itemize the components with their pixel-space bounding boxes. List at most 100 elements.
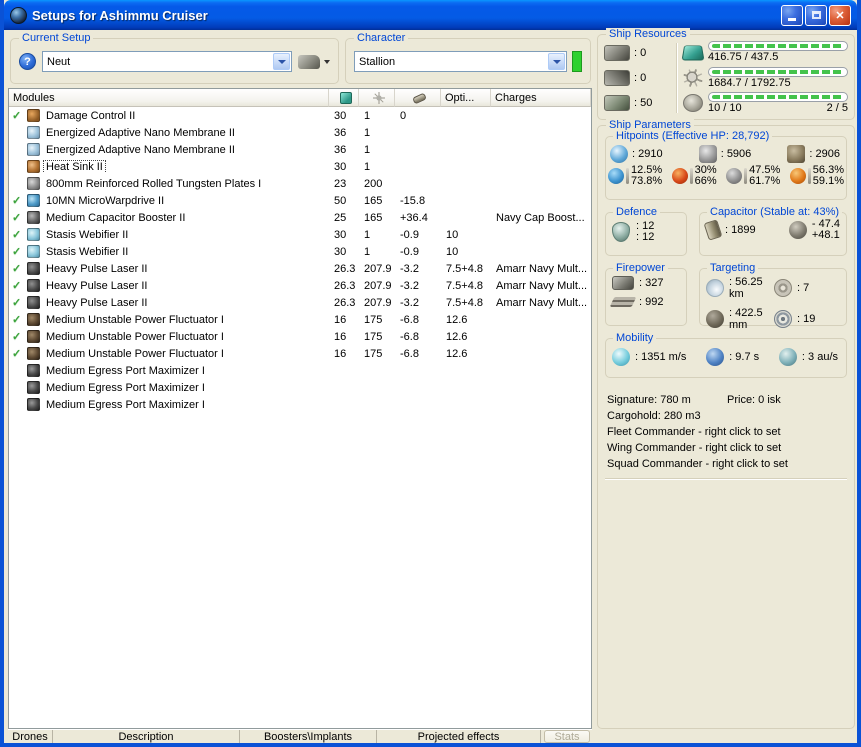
module-name: Heavy Pulse Laser II [46, 296, 148, 309]
armor-icon [698, 145, 717, 163]
module-row[interactable]: Energized Adaptive Nano Membrane II 36 1 [9, 141, 591, 158]
module-row[interactable]: ✓ Medium Unstable Power Fluctuator I 16 175… [9, 328, 591, 345]
module-row[interactable]: ✓ Stasis Webifier II 30 1 -0.9 10 [9, 243, 591, 260]
module-cpu: 30 [334, 245, 347, 258]
character-label: Character [354, 32, 409, 45]
tab-projected-effects[interactable]: Projected effects [377, 730, 541, 743]
structure-hp-value: : 2906 [809, 148, 840, 160]
power-fluctuator-icon [27, 330, 40, 343]
module-name: 10MN MicroWarpdrive II [46, 194, 165, 207]
module-row[interactable]: 800mm Reinforced Rolled Tungsten Plates … [9, 175, 591, 192]
module-row[interactable]: ✓ Medium Unstable Power Fluctuator I 16 175… [9, 345, 591, 362]
module-powergrid: 1 [364, 228, 371, 241]
module-cpu: 26.3 [334, 262, 356, 275]
cpu-usage-text: 416.75 / 437.5 [708, 51, 779, 63]
help-icon[interactable]: ? [19, 53, 36, 70]
module-cap-use: 0 [400, 109, 407, 122]
nano-membrane-icon [27, 143, 40, 156]
setup-select-arrow[interactable] [273, 53, 290, 70]
upgrades-usage-text: 10 / 10 [708, 102, 742, 114]
module-row[interactable]: Medium Egress Port Maximizer I [9, 362, 591, 379]
sensor-strength-icon [774, 279, 792, 297]
tab-boosters-implants[interactable]: Boosters\Implants [240, 730, 377, 743]
module-powergrid: 165 [364, 194, 383, 207]
module-row[interactable]: ✓ 10MN MicroWarpdrive II 50 165 -15.8 [9, 192, 591, 209]
cpu-icon [681, 45, 705, 61]
module-cpu: 26.3 [334, 279, 356, 292]
slot-counts: : 0: 0: 50 [604, 41, 674, 115]
module-charge: Navy Cap Boost... [496, 211, 585, 224]
character-select-value: Stallion [359, 55, 396, 68]
module-powergrid: 165 [364, 211, 383, 224]
stats-button[interactable]: Stats [544, 730, 590, 743]
warp-speed-item: : 3 au/s [778, 348, 838, 366]
optimal-column-header[interactable]: Opti... [441, 89, 491, 107]
module-cpu: 30 [334, 228, 347, 241]
module-row[interactable]: ✓ Stasis Webifier II 30 1 -0.9 10 [9, 226, 591, 243]
module-charge: Amarr Navy Mult... [496, 279, 588, 292]
powergrid-progress-bar [708, 66, 848, 77]
character-active-indicator [572, 51, 582, 72]
tab-drones[interactable]: Drones [8, 730, 53, 743]
module-name: Medium Capacitor Booster II [46, 211, 186, 224]
character-select[interactable]: Stallion [354, 51, 567, 72]
module-row[interactable]: ✓ Damage Control II 30 1 0 [9, 107, 591, 124]
module-cap-use: -15.8 [400, 194, 426, 207]
max-velocity-item: : 1351 m/s [612, 348, 686, 366]
module-optimal: 10 [446, 245, 459, 258]
module-row[interactable]: ✓ Heavy Pulse Laser II 26.3 207.9 -3.2 7.5+4.… [9, 260, 591, 277]
module-row[interactable]: ✓ Medium Capacitor Booster II 25 165 +36.4 Na… [9, 209, 591, 226]
webifier-icon [27, 228, 40, 241]
maximize-button[interactable] [805, 4, 827, 26]
active-check-icon: ✓ [12, 263, 22, 275]
cpu-column-header[interactable] [329, 89, 359, 107]
power-fluctuator-icon [27, 313, 40, 326]
thermal-resist-icon [671, 168, 688, 184]
defence-values: : 12 : 12 [636, 220, 655, 243]
module-powergrid: 175 [364, 313, 383, 326]
module-row[interactable]: ✓ Heavy Pulse Laser II 26.3 207.9 -3.2 7.5+4.… [9, 277, 591, 294]
module-row[interactable]: Energized Adaptive Nano Membrane II 36 1 [9, 124, 591, 141]
wing-commander-text[interactable]: Wing Commander - right click to set [607, 440, 847, 456]
setup-select[interactable]: Neut [42, 51, 292, 72]
max-velocity-value: : 1351 m/s [635, 351, 687, 363]
thermal-resist-item: 30% 66% [671, 165, 717, 187]
structure-icon [787, 145, 806, 163]
character-select-arrow[interactable] [548, 53, 565, 70]
squad-commander-text[interactable]: Squad Commander - right click to set [607, 456, 847, 472]
rig-slot-icon [604, 95, 630, 111]
module-row[interactable]: Heat Sink II 30 1 [9, 158, 591, 175]
module-row[interactable]: Medium Egress Port Maximizer I [9, 396, 591, 413]
turret-hardpoint-row: : 0 [604, 43, 674, 63]
close-button[interactable]: ✕ [829, 4, 851, 26]
setup-tools-button[interactable] [298, 54, 330, 69]
armor-hp: : 5906 [698, 145, 751, 163]
module-optimal: 7.5+4.8 [446, 262, 484, 275]
charges-column-header[interactable]: Charges [491, 89, 591, 107]
module-row[interactable]: ✓ Medium Unstable Power Fluctuator I 16 175… [9, 311, 591, 328]
module-row[interactable]: ✓ Heavy Pulse Laser II 26.3 207.9 -3.2 7.5+4.… [9, 294, 591, 311]
module-cap-use: +36.4 [400, 211, 428, 224]
cpu-bar-row: 416.75 / 437.5 [681, 41, 848, 64]
fleet-commander-text[interactable]: Fleet Commander - right click to set [607, 424, 847, 440]
module-row[interactable]: Medium Egress Port Maximizer I [9, 379, 591, 396]
em-resist-values: 12.5% 73.8% [631, 164, 663, 187]
minimize-button[interactable] [781, 4, 803, 26]
module-cpu: 16 [334, 313, 347, 326]
armor-plate-icon [27, 177, 40, 190]
current-setup-label: Current Setup [19, 32, 94, 45]
module-optimal: 12.6 [446, 330, 468, 343]
modules-column-header[interactable]: Modules [9, 89, 329, 107]
launcher-hardpoint-count: : 0 [634, 72, 647, 84]
module-powergrid: 207.9 [364, 262, 392, 275]
capacitor-column-header[interactable] [395, 89, 441, 107]
cpu-icon [339, 91, 352, 104]
tab-description[interactable]: Description [53, 730, 240, 743]
volley-value: : 992 [639, 296, 664, 308]
minimize-icon [788, 18, 796, 21]
launcher-hardpoint-icon [604, 70, 630, 86]
titlebar[interactable]: Setups for Ashimmu Cruiser ✕ [4, 0, 857, 30]
powergrid-column-header[interactable] [359, 89, 395, 107]
module-cpu: 26.3 [334, 296, 356, 309]
active-check-icon: ✓ [12, 195, 22, 207]
